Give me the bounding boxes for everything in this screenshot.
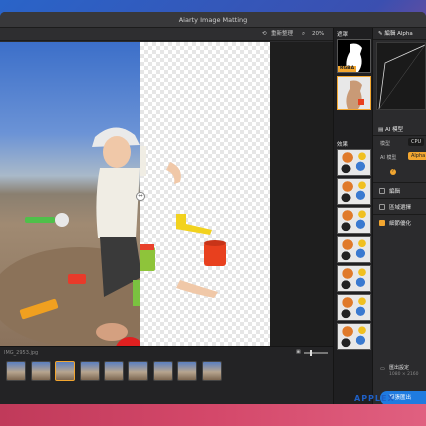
- reset-button[interactable]: 重新整理: [271, 30, 293, 39]
- window-titlebar: Aiarty Image Matting: [0, 12, 426, 28]
- canvas-toolbar: ⟲ 重新整理 ⌕ 20%: [0, 28, 333, 41]
- zoom-search-icon[interactable]: ⌕: [302, 30, 305, 39]
- reset-icon[interactable]: ⟲: [262, 30, 267, 39]
- transparent-background: [133, 42, 270, 346]
- monitor-icon: ▭: [380, 366, 385, 372]
- info-icon[interactable]: ?: [390, 169, 396, 175]
- filmstrip-thumb[interactable]: [6, 361, 26, 381]
- edit-row[interactable]: 編輯: [373, 182, 426, 198]
- model-label: 模型: [380, 141, 391, 147]
- rgba-preview[interactable]: [337, 76, 371, 110]
- filmstrip-thumb-active[interactable]: [55, 361, 75, 381]
- zoom-thumb[interactable]: [310, 350, 312, 356]
- alpha-header: ✎ 編輯 Alpha: [373, 28, 426, 40]
- original-photo: [0, 42, 140, 346]
- filmstrip-thumb[interactable]: [177, 361, 197, 381]
- preview-strip: 遮罩 RGBA 效果: [333, 28, 373, 404]
- alpha-curve: [378, 44, 425, 109]
- ai-model-label: AI 模型: [380, 155, 397, 161]
- region-row[interactable]: 區域選擇: [373, 198, 426, 214]
- edit-label: 編輯: [389, 189, 401, 195]
- desktop-wallpaper: [0, 404, 426, 426]
- effect-thumb[interactable]: [337, 294, 371, 321]
- filmstrip-thumb[interactable]: [104, 361, 124, 381]
- chip-icon: ▤: [378, 127, 385, 133]
- watermark-logo: APPLEX: [354, 394, 395, 403]
- region-checkbox[interactable]: [379, 204, 385, 210]
- filmstrip-thumb[interactable]: [202, 361, 222, 381]
- filmstrip-thumb[interactable]: [153, 361, 173, 381]
- ai-section-header: ▤ AI 模型: [373, 124, 426, 136]
- effect-label: 效果: [337, 142, 349, 148]
- effect-thumb[interactable]: [337, 323, 371, 350]
- filmstrip: IMG_2953.jpg: [0, 346, 333, 404]
- mask-label: 遮罩: [337, 32, 349, 38]
- image-icon: ▣: [296, 349, 301, 355]
- app-window: Aiarty Image Matting ⟲ 重新整理 ⌕ 20% ⇔ IMG_…: [0, 12, 426, 404]
- edit-checkbox[interactable]: [379, 188, 385, 194]
- mask-preview[interactable]: RGBA: [337, 39, 371, 73]
- effect-thumb[interactable]: [337, 236, 371, 263]
- output-settings-label[interactable]: 匯出設定: [389, 364, 409, 371]
- cutout-objects: [133, 146, 226, 298]
- filmstrip-thumb[interactable]: [128, 361, 148, 381]
- ai-section-label: AI 模型: [384, 127, 404, 133]
- model-select[interactable]: CPU: [408, 138, 425, 146]
- refine-label: 細節優化: [389, 221, 412, 227]
- alpha-curve-graph[interactable]: [376, 42, 426, 110]
- effect-thumb[interactable]: [337, 207, 371, 234]
- refine-row[interactable]: 細節優化: [373, 214, 426, 230]
- refine-checkbox[interactable]: [379, 220, 385, 226]
- filmstrip-thumb[interactable]: [80, 361, 100, 381]
- region-label: 區域選擇: [389, 205, 412, 211]
- canvas-empty-area: [270, 42, 333, 346]
- zoom-slider[interactable]: ▣: [296, 349, 330, 356]
- effect-thumb[interactable]: [337, 178, 371, 205]
- zoom-track: [304, 352, 328, 354]
- alpha-title: 編輯 Alpha: [384, 31, 413, 37]
- image-canvas[interactable]: ⇔: [0, 42, 333, 346]
- rgba-silhouette: [346, 80, 364, 109]
- effect-thumb[interactable]: [337, 149, 371, 176]
- window-title: Aiarty Image Matting: [178, 16, 248, 24]
- effect-thumb[interactable]: [337, 265, 371, 292]
- settings-panel: ✎ 編輯 Alpha ▤ AI 模型 模型 CPU AI 模型 Alpha ? …: [373, 28, 426, 404]
- output-size: 1080 × 2160: [389, 372, 419, 377]
- current-file-path: IMG_2953.jpg: [4, 350, 39, 356]
- compare-slider-handle[interactable]: ⇔: [136, 192, 145, 201]
- rgba-tag: RGBA: [338, 66, 357, 72]
- filmstrip-thumb[interactable]: [31, 361, 51, 381]
- zoom-level[interactable]: 20%: [312, 30, 324, 39]
- ai-model-select[interactable]: Alpha: [408, 152, 426, 160]
- child-photo-illustration: [0, 127, 140, 346]
